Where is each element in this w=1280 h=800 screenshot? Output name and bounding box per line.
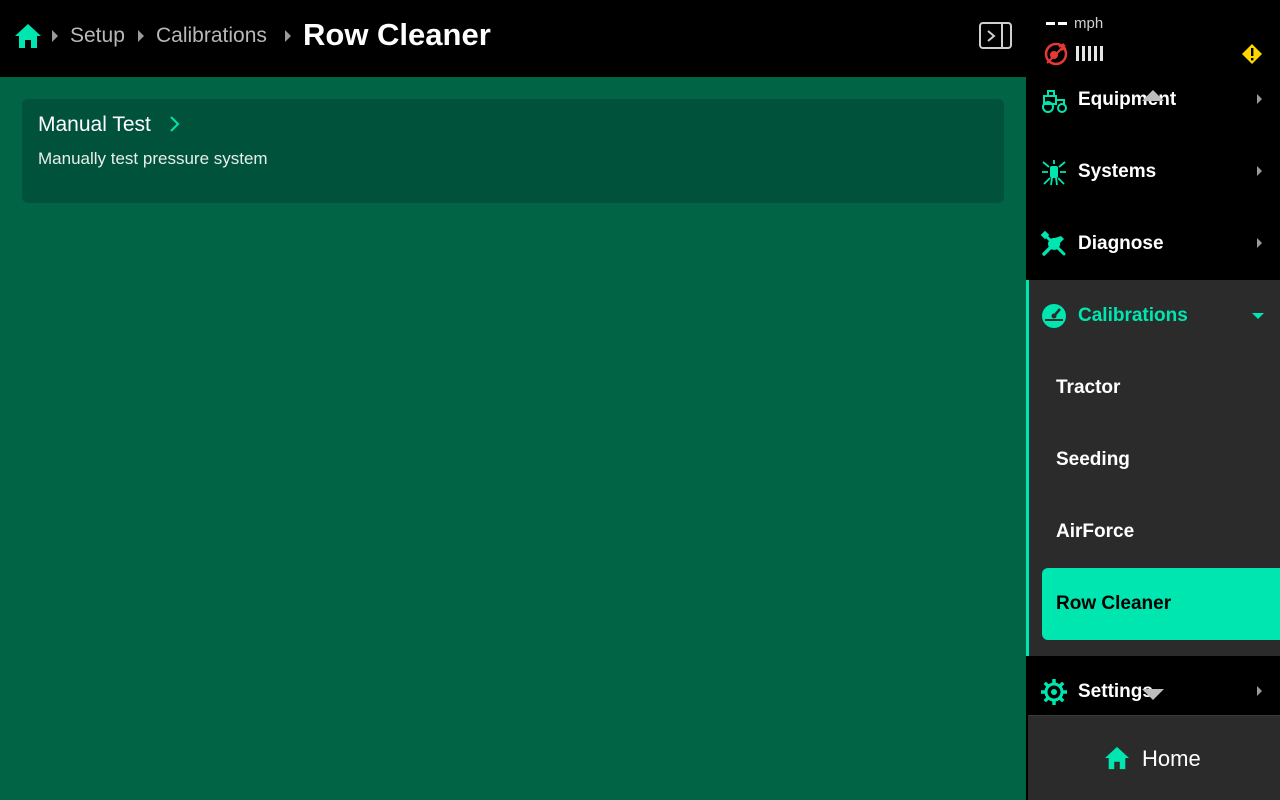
sidebar: mph Equipment Systems Diagnose Calibrati… <box>1026 0 1280 800</box>
chevron-right-icon <box>1257 686 1262 696</box>
page-title: Row Cleaner <box>303 17 491 52</box>
scroll-up-icon[interactable] <box>1142 90 1164 101</box>
calibrations-group: Calibrations Tractor Seeding AirForce Ro… <box>1026 280 1280 656</box>
signal-bar <box>1094 46 1097 61</box>
chevron-right-icon <box>987 30 996 42</box>
sidebar-subitem-seeding[interactable]: Seeding <box>1029 424 1280 496</box>
home-button-label: Home <box>1142 746 1201 771</box>
wrench-screwdriver-icon <box>1040 230 1066 256</box>
warning-icon[interactable] <box>1241 43 1263 65</box>
sidebar-subitem-label: Seeding <box>1056 449 1130 470</box>
scroll-down-icon[interactable] <box>1142 689 1164 700</box>
sidebar-subitem-row-cleaner[interactable]: Row Cleaner <box>1042 568 1280 640</box>
sidebar-item-label: Systems <box>1078 161 1157 182</box>
header-bar: Setup Calibrations Row Cleaner <box>0 0 1026 77</box>
sidebar-item-label: Calibrations <box>1078 305 1188 326</box>
sidebar-item-calibrations[interactable]: Calibrations <box>1029 280 1280 352</box>
systems-icon <box>1042 160 1066 186</box>
app-root: Setup Calibrations Row Cleaner Manual Te… <box>0 0 1280 800</box>
manual-test-card[interactable]: Manual Test Manually test pressure syste… <box>22 99 1004 203</box>
speed-dash <box>1058 22 1067 25</box>
speed-unit: mph <box>1074 15 1104 32</box>
panel-toggle-button[interactable] <box>979 22 1012 49</box>
sidebar-subitem-label: Tractor <box>1056 377 1121 398</box>
chevron-right-icon <box>1257 238 1262 248</box>
home-icon[interactable] <box>14 23 42 49</box>
sidebar-subitem-label: Row Cleaner <box>1056 593 1172 614</box>
status-area: mph <box>1026 0 1280 72</box>
signal-bar <box>1076 46 1079 61</box>
signal-bar <box>1082 46 1085 61</box>
home-button[interactable]: Home <box>1028 715 1280 800</box>
home-icon <box>1105 746 1129 770</box>
card-description: Manually test pressure system <box>38 149 268 168</box>
sidebar-item-label: Diagnose <box>1078 233 1164 254</box>
sidebar-item-systems[interactable]: Systems <box>1026 136 1280 208</box>
gauge-icon <box>1042 304 1066 328</box>
sidebar-subitem-label: AirForce <box>1056 521 1135 542</box>
main-content: Manual Test Manually test pressure syste… <box>0 77 1026 800</box>
breadcrumb-calibrations[interactable]: Calibrations <box>156 22 267 50</box>
tractor-icon <box>1042 90 1067 113</box>
breadcrumb-separator <box>285 30 291 42</box>
sidebar-subitem-airforce[interactable]: AirForce <box>1029 496 1280 568</box>
breadcrumb-separator <box>52 30 58 42</box>
speed-dash <box>1046 22 1055 25</box>
sidebar-subitem-tractor[interactable]: Tractor <box>1029 352 1280 424</box>
gear-icon <box>1041 679 1067 705</box>
gps-off-icon[interactable] <box>1044 42 1068 66</box>
chevron-right-icon <box>170 116 180 132</box>
panel-divider <box>1001 24 1003 47</box>
signal-bar <box>1088 46 1091 61</box>
chevron-down-icon <box>1252 313 1264 319</box>
signal-bar <box>1100 46 1103 61</box>
breadcrumb-separator <box>138 30 144 42</box>
chevron-right-icon <box>1257 94 1262 104</box>
sidebar-item-diagnose[interactable]: Diagnose <box>1026 208 1280 280</box>
card-title: Manual Test <box>38 113 151 136</box>
chevron-right-icon <box>1257 166 1262 176</box>
breadcrumb-setup[interactable]: Setup <box>70 22 125 50</box>
